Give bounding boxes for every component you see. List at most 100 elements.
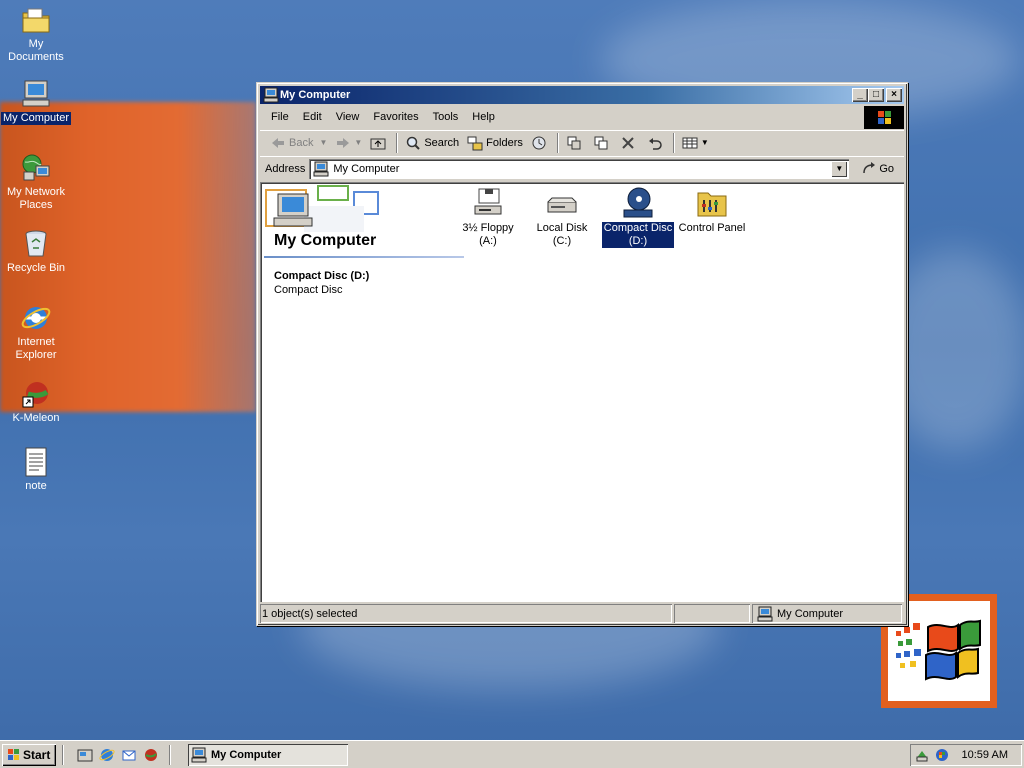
go-arrow-icon bbox=[863, 161, 876, 173]
up-folder-icon bbox=[370, 138, 386, 149]
search-icon bbox=[407, 136, 421, 150]
close-icon: × bbox=[891, 89, 897, 100]
menu-tools[interactable]: Tools bbox=[426, 111, 466, 123]
desktop-icon-label: note bbox=[25, 480, 47, 492]
title-bar[interactable]: My Computer _ □ × bbox=[260, 86, 904, 104]
maximize-button[interactable]: □ bbox=[868, 88, 884, 102]
clock[interactable]: 10:59 AM bbox=[962, 749, 1008, 761]
close-button[interactable]: × bbox=[886, 88, 902, 102]
folders-label: Folders bbox=[486, 136, 523, 149]
my-computer-icon bbox=[263, 87, 279, 103]
desktop-icon-label: K-Meleon bbox=[12, 412, 60, 424]
taskbar: Start My Computer 10:59 AM bbox=[0, 740, 1024, 768]
desktop-icon-k-meleon[interactable]: K-Meleon bbox=[0, 378, 72, 425]
back-button[interactable]: Back ▼ bbox=[266, 132, 331, 154]
internet-explorer-icon[interactable] bbox=[99, 747, 115, 763]
start-button[interactable]: Start bbox=[2, 744, 56, 766]
desktop-icon-my-network-places[interactable]: My Network Places bbox=[0, 152, 72, 212]
minimize-icon: _ bbox=[857, 89, 863, 100]
undo-button[interactable] bbox=[643, 132, 670, 154]
hard-disk-icon bbox=[547, 197, 577, 213]
chevron-down-icon: ▼ bbox=[835, 163, 844, 173]
my-computer-icon bbox=[22, 80, 50, 107]
windows-flag-icon bbox=[8, 748, 19, 760]
window-title: My Computer bbox=[280, 89, 351, 101]
go-button[interactable]: Go bbox=[861, 161, 894, 177]
move-to-button[interactable] bbox=[562, 132, 589, 154]
throbber bbox=[864, 106, 904, 129]
views-button[interactable]: ▼ bbox=[678, 132, 713, 154]
local-disk-item[interactable]: Local Disk (C:) bbox=[526, 186, 598, 248]
delete-button[interactable] bbox=[616, 132, 643, 154]
my-computer-icon bbox=[757, 606, 773, 621]
taskbar-button-my-computer[interactable]: My Computer bbox=[188, 743, 348, 766]
address-label: Address bbox=[265, 162, 306, 175]
copy-to-button[interactable] bbox=[589, 132, 616, 154]
panel-divider bbox=[264, 256, 464, 258]
chevron-down-icon: ▼ bbox=[354, 138, 363, 147]
folder-view[interactable]: My Computer Compact Disc (D:) Compact Di… bbox=[260, 182, 904, 602]
desktop-icon-label: My Computer bbox=[0, 112, 72, 125]
chevron-down-icon: ▼ bbox=[700, 138, 709, 147]
menu-help[interactable]: Help bbox=[465, 111, 502, 123]
desktop-icon-my-documents[interactable]: My Documents bbox=[0, 4, 72, 64]
desktop-icon-note[interactable]: note bbox=[0, 446, 72, 493]
minimize-button[interactable]: _ bbox=[852, 88, 868, 102]
desktop-icon-recycle-bin[interactable]: Recycle Bin bbox=[0, 228, 72, 275]
up-folder-button[interactable] bbox=[366, 132, 393, 154]
title-buttons: _ □ × bbox=[852, 88, 902, 102]
standard-toolbar: Back ▼ ▼ Search Folders ▼ bbox=[260, 130, 904, 154]
desktop-icon-my-computer[interactable]: My Computer bbox=[0, 78, 72, 125]
windows-update-icon[interactable] bbox=[934, 747, 950, 763]
status-empty-panel bbox=[674, 604, 750, 623]
my-computer-icon bbox=[313, 161, 329, 176]
menu-file[interactable]: File bbox=[264, 111, 296, 123]
floppy-drive-item[interactable]: 3½ Floppy (A:) bbox=[452, 186, 524, 248]
control-panel-item[interactable]: Control Panel bbox=[676, 186, 748, 235]
outlook-express-icon[interactable] bbox=[121, 747, 137, 763]
forward-button[interactable]: ▼ bbox=[331, 132, 366, 154]
history-button[interactable] bbox=[527, 132, 554, 154]
selected-item-name: Compact Disc (D:) bbox=[274, 270, 370, 282]
panel-title: My Computer bbox=[274, 232, 377, 249]
taskbar-separator bbox=[62, 744, 64, 765]
k-meleon-icon[interactable] bbox=[143, 747, 159, 763]
cd-drive-icon bbox=[623, 187, 653, 218]
back-arrow-icon bbox=[272, 137, 284, 148]
show-desktop-icon[interactable] bbox=[77, 747, 93, 763]
compact-disc-item[interactable]: Compact Disc (D:) bbox=[602, 186, 674, 248]
network-tray-icon[interactable] bbox=[914, 747, 930, 763]
address-input[interactable]: My Computer ▼ bbox=[309, 158, 850, 179]
selected-item-type: Compact Disc bbox=[274, 284, 343, 296]
views-grid-icon bbox=[682, 137, 698, 148]
desktop-icon-internet-explorer[interactable]: Internet Explorer bbox=[0, 302, 72, 362]
folders-icon bbox=[467, 136, 483, 150]
chevron-down-icon: ▼ bbox=[319, 138, 328, 147]
menu-bar: File Edit View Favorites Tools Help bbox=[260, 107, 904, 127]
item-label: 3½ Floppy (A:) bbox=[462, 222, 514, 247]
desktop-icon-label: Recycle Bin bbox=[6, 262, 66, 274]
search-button[interactable]: Search bbox=[401, 132, 463, 154]
windows-flag-icon bbox=[878, 111, 891, 124]
menu-favorites[interactable]: Favorites bbox=[366, 111, 425, 123]
folders-button[interactable]: Folders bbox=[463, 132, 527, 154]
copy-to-icon bbox=[594, 136, 608, 149]
text-document-icon bbox=[25, 447, 47, 477]
control-panel-icon bbox=[697, 192, 727, 217]
undo-icon bbox=[648, 137, 662, 150]
status-selection: 1 object(s) selected bbox=[260, 604, 672, 623]
history-icon bbox=[532, 136, 546, 149]
menu-view[interactable]: View bbox=[329, 111, 367, 123]
address-dropdown-button[interactable]: ▼ bbox=[831, 160, 848, 177]
item-label: Local Disk (C:) bbox=[536, 222, 588, 247]
desktop-icon-label: My Documents bbox=[8, 38, 64, 63]
maximize-icon: □ bbox=[872, 89, 880, 100]
start-label: Start bbox=[23, 747, 51, 762]
taskbar-button-label: My Computer bbox=[211, 748, 282, 761]
item-label: Compact Disc (D:) bbox=[602, 222, 674, 248]
k-meleon-icon bbox=[22, 382, 49, 408]
desktop-icon-label: My Network Places bbox=[6, 186, 66, 211]
menu-edit[interactable]: Edit bbox=[296, 111, 329, 123]
folder-documents-icon bbox=[22, 8, 50, 33]
recycle-bin-icon bbox=[25, 230, 47, 257]
